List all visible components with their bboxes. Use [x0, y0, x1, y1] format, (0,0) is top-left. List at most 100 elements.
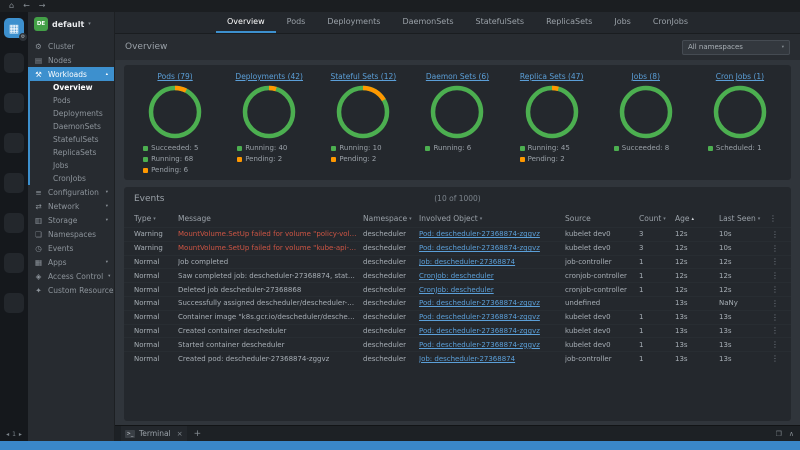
sidebar-item-access-control[interactable]: ◈ Access Control ▾: [28, 269, 114, 283]
row-kebab-menu-icon[interactable]: ⋮: [769, 354, 781, 363]
involved-object-link[interactable]: Pod: descheduler-27368874-zggvz: [419, 230, 540, 238]
pager-next-icon[interactable]: ▸: [19, 431, 22, 438]
row-kebab-menu-icon[interactable]: ⋮: [769, 326, 781, 335]
legend-color-swatch: [613, 146, 619, 151]
collapse-icon[interactable]: ∧: [789, 430, 794, 438]
sidebar-item-custom-resources[interactable]: ✦Custom Resources▾: [28, 283, 114, 297]
sidebar-item-workloads[interactable]: ⚒ Workloads ▴: [28, 67, 114, 81]
row-kebab-menu-icon[interactable]: ⋮: [769, 271, 781, 280]
hotbar-empty-slot[interactable]: [4, 53, 24, 73]
column-header-last-seen[interactable]: Last Seen ▾: [719, 214, 769, 223]
workload-link[interactable]: Deployments (42): [235, 72, 303, 81]
sidebar-item-nodes[interactable]: ▤ Nodes: [28, 53, 114, 67]
hotbar-empty-slot[interactable]: [4, 253, 24, 273]
table-row: Normal Container image "k8s.gcr.io/desche…: [124, 309, 791, 324]
tab-overview[interactable]: Overview: [215, 12, 276, 33]
terminal-tab[interactable]: >_ Terminal ×: [121, 426, 187, 441]
row-kebab-menu-icon[interactable]: ⋮: [769, 244, 781, 253]
legend-color-swatch: [143, 168, 149, 173]
forward-icon[interactable]: →: [39, 0, 46, 12]
event-object-cell: CronJob: descheduler: [419, 272, 565, 280]
sidebar-subitem-pods[interactable]: Pods: [30, 94, 114, 107]
donut-chart: [525, 85, 579, 139]
sidebar-subitem-replicasets[interactable]: ReplicaSets: [30, 146, 114, 159]
tab-statefulsets[interactable]: StatefulSets: [465, 12, 536, 33]
hotbar-empty-slot[interactable]: [4, 293, 24, 313]
event-namespace-cell: descheduler: [363, 244, 406, 253]
involved-object-link[interactable]: Pod: descheduler-27368874-zggvz: [419, 299, 540, 307]
tab-daemonsets[interactable]: DaemonSets: [391, 12, 464, 33]
involved-object-link[interactable]: Pod: descheduler-27368874-zggvz: [419, 313, 540, 321]
catalog-button[interactable]: ▦ ⚙: [4, 18, 27, 41]
back-icon[interactable]: ←: [23, 0, 30, 12]
workload-link[interactable]: Replica Sets (47): [520, 72, 584, 81]
legend-color-swatch: [331, 157, 337, 162]
hotbar-empty-slot[interactable]: [4, 213, 24, 233]
sidebar-subitem-jobs[interactable]: Jobs: [30, 159, 114, 172]
workload-link[interactable]: Cron Jobs (1): [716, 72, 764, 81]
workload-link[interactable]: Pods (79): [157, 72, 192, 81]
donut-legend: Running: 45 Pending: 2: [519, 144, 584, 164]
legend-color-swatch: [237, 157, 243, 162]
tab-replicasets[interactable]: ReplicaSets: [535, 12, 603, 33]
add-terminal-button[interactable]: +: [194, 429, 202, 439]
hotbar-empty-slot[interactable]: [4, 133, 24, 153]
pager-prev-icon[interactable]: ◂: [6, 431, 9, 438]
storage-icon: ▥: [34, 215, 43, 225]
cluster-name: default: [52, 19, 85, 29]
sidebar-item-apps[interactable]: ▦ Apps ▾: [28, 255, 114, 269]
tab-pods[interactable]: Pods: [276, 12, 317, 33]
workload-link[interactable]: Daemon Sets (6): [426, 72, 489, 81]
tab-cronjobs[interactable]: CronJobs: [642, 12, 699, 33]
involved-object-link[interactable]: Job: descheduler-27368874: [419, 258, 515, 266]
column-header-involved-object[interactable]: Involved Object ▾: [419, 214, 565, 223]
sidebar-item-namespaces[interactable]: ❏ Namespaces: [28, 227, 114, 241]
involved-object-link[interactable]: Pod: descheduler-27368874-zggvz: [419, 244, 540, 252]
sidebar-item-cluster[interactable]: ⚙ Cluster: [28, 39, 114, 53]
sidebar-item-events[interactable]: ◷ Events: [28, 241, 114, 255]
sidebar-subitem-deployments[interactable]: Deployments: [30, 107, 114, 120]
home-icon[interactable]: ⌂: [9, 0, 14, 12]
event-namespace-cell: descheduler: [363, 257, 406, 266]
column-header-menu[interactable]: ⋮: [769, 214, 781, 223]
column-header-namespace[interactable]: Namespace ▾: [363, 214, 419, 223]
sidebar-item-storage[interactable]: ▥ Storage ▾: [28, 213, 114, 227]
workload-link[interactable]: Stateful Sets (12): [330, 72, 396, 81]
involved-object-link[interactable]: Job: descheduler-27368874: [419, 355, 515, 363]
row-kebab-menu-icon[interactable]: ⋮: [769, 230, 781, 239]
workload-link[interactable]: Jobs (8): [632, 72, 660, 81]
row-kebab-menu-icon[interactable]: ⋮: [769, 285, 781, 294]
legend-label: Pending: 2: [339, 155, 377, 163]
sidebar-subitem-cronjobs[interactable]: CronJobs: [30, 172, 114, 185]
namespace-select[interactable]: All namespaces ▾: [682, 39, 790, 55]
row-kebab-menu-icon[interactable]: ⋮: [769, 313, 781, 322]
involved-object-link[interactable]: CronJob: descheduler: [419, 286, 494, 294]
tab-deployments[interactable]: Deployments: [316, 12, 391, 33]
events-header: (10 of 1000) Events: [124, 187, 791, 210]
row-kebab-menu-icon[interactable]: ⋮: [769, 340, 781, 349]
legend-label: Succeeded: 5: [151, 144, 199, 152]
involved-object-link[interactable]: Pod: descheduler-27368874-zggvz: [419, 341, 540, 349]
expand-icon[interactable]: ❐: [776, 430, 782, 438]
close-icon[interactable]: ×: [177, 430, 183, 438]
sidebar-subitem-daemonsets[interactable]: DaemonSets: [30, 120, 114, 133]
hotbar-empty-slot[interactable]: [4, 93, 24, 113]
involved-object-link[interactable]: Pod: descheduler-27368874-zggvz: [419, 327, 540, 335]
column-header-age[interactable]: Age ▴: [675, 214, 719, 223]
row-kebab-menu-icon[interactable]: ⋮: [769, 257, 781, 266]
tab-jobs[interactable]: Jobs: [603, 12, 642, 33]
table-row: Normal Job completed descheduler Job: desch…: [124, 254, 791, 269]
cluster-switcher[interactable]: DE default ▾: [28, 12, 114, 36]
sidebar-item-configuration[interactable]: ≡ Configuration ▾: [28, 185, 114, 199]
sidebar-subitem-overview[interactable]: Overview: [30, 81, 114, 94]
involved-object-link[interactable]: CronJob: descheduler: [419, 272, 494, 280]
column-header-count[interactable]: Count ▾: [639, 214, 675, 223]
sidebar-item-network[interactable]: ⇄ Network ▾: [28, 199, 114, 213]
column-header-type[interactable]: Type ▾: [134, 214, 178, 223]
row-kebab-menu-icon[interactable]: ⋮: [769, 299, 781, 308]
event-lastseen-cell: NaNy: [719, 299, 738, 308]
legend-color-swatch: [519, 157, 525, 162]
hotbar-empty-slot[interactable]: [4, 173, 24, 193]
sidebar-subitem-statefulsets[interactable]: StatefulSets: [30, 133, 114, 146]
column-label: Age: [675, 214, 690, 223]
